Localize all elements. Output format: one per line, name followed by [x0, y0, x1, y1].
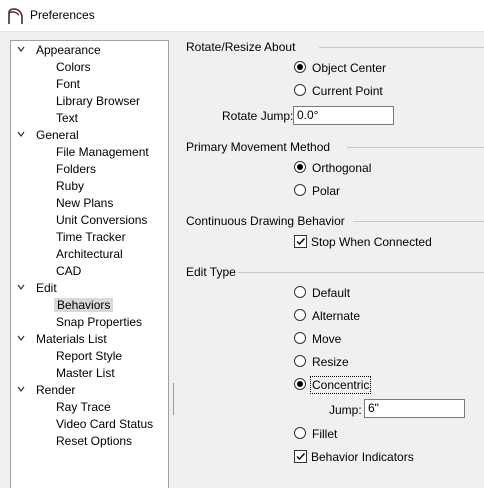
tree-item-new-plans[interactable]: New Plans	[54, 195, 115, 212]
radio-label: Orthogonal	[312, 161, 372, 175]
tree-item-architectural[interactable]: Architectural	[54, 246, 125, 263]
radio-button[interactable]	[294, 427, 306, 439]
tree-item-text[interactable]: Text	[54, 110, 80, 127]
tree-item-label: Unit Conversions	[56, 213, 148, 227]
jump-input[interactable]: 6"	[364, 399, 465, 418]
checkmark-icon	[296, 453, 306, 461]
checkbox-box[interactable]	[294, 450, 307, 463]
tree-item-label: Appearance	[36, 43, 101, 57]
tree-item-label: Snap Properties	[56, 315, 143, 329]
radio-button[interactable]	[294, 286, 306, 298]
splitter-handle[interactable]	[172, 383, 175, 415]
tree-item-appearance[interactable]: Appearance	[17, 42, 103, 59]
tree-item-behaviors[interactable]: Behaviors	[54, 297, 114, 314]
checkbox-label: Behavior Indicators	[311, 450, 414, 464]
checkmark-icon	[296, 238, 306, 246]
radio-button[interactable]	[294, 84, 306, 96]
tree-item-file-management[interactable]: File Management	[54, 144, 151, 161]
tree-item-label: File Management	[56, 145, 149, 159]
tree-item-label: Reset Options	[56, 434, 133, 448]
group-divider	[238, 272, 484, 273]
tree-item-label: Behaviors	[54, 298, 114, 312]
chevron-down-icon[interactable]	[17, 334, 25, 342]
chevron-down-icon[interactable]	[17, 385, 25, 393]
radio-button[interactable]	[294, 184, 306, 196]
tree-item-label: Text	[56, 111, 79, 125]
tree-item-video-card-status[interactable]: Video Card Status	[54, 416, 155, 433]
tree-item-snap-properties[interactable]: Snap Properties	[54, 314, 144, 331]
chevron-down-icon[interactable]	[17, 283, 25, 291]
radio-label: Fillet	[312, 427, 338, 441]
tree-item-general[interactable]: General	[17, 127, 81, 144]
tree-item-library-browser[interactable]: Library Browser	[54, 93, 142, 110]
group-divider	[353, 221, 484, 222]
rotate-resize-header: Rotate/Resize About	[186, 40, 296, 54]
tree-item-label: Time Tracker	[56, 230, 126, 244]
tree-item-label: Edit	[36, 281, 57, 295]
tree-item-label: Architectural	[56, 247, 123, 261]
checkbox-box[interactable]	[294, 235, 307, 248]
chevron-down-icon[interactable]	[17, 130, 25, 138]
tree-item-label: CAD	[56, 264, 82, 278]
tree-item-font[interactable]: Font	[54, 76, 82, 93]
tree-item-label: Library Browser	[56, 94, 141, 108]
tree-item-cad[interactable]: CAD	[54, 263, 83, 280]
tree-item-ray-trace[interactable]: Ray Trace	[54, 399, 113, 416]
radio-label: Current Point	[312, 84, 383, 98]
title-bar: Preferences	[0, 0, 484, 32]
tree-item-label: Colors	[56, 60, 91, 74]
radio-button[interactable]	[294, 309, 306, 321]
rotate-jump-input[interactable]: 0.0°	[293, 106, 394, 125]
radio-label: Resize	[312, 355, 349, 369]
tree-item-label: Render	[36, 383, 76, 397]
checkbox-label: Stop When Connected	[311, 235, 432, 249]
group-divider	[319, 47, 484, 48]
tree-item-label: Materials List	[36, 332, 107, 346]
group-divider	[347, 147, 484, 148]
category-tree[interactable]: Appearance Colors Font Library Browser Text G…	[10, 40, 169, 488]
radio-button[interactable]	[294, 378, 306, 390]
tree-item-label: Ray Trace	[56, 400, 111, 414]
app-logo-icon	[8, 8, 23, 24]
tree-item-colors[interactable]: Colors	[54, 59, 93, 76]
continuous-header: Continuous Drawing Behavior	[186, 214, 345, 228]
radio-button[interactable]	[294, 61, 306, 73]
radio-button[interactable]	[294, 355, 306, 367]
tree-item-label: Font	[56, 77, 81, 91]
tree-item-edit[interactable]: Edit	[17, 280, 59, 297]
tree-item-label: Master List	[56, 366, 115, 380]
movement-header: Primary Movement Method	[186, 140, 331, 154]
radio-label: Concentric	[309, 376, 372, 394]
tree-item-master-list[interactable]: Master List	[54, 365, 117, 382]
tree-item-label: Ruby	[56, 179, 85, 193]
radio-label: Object Center	[312, 61, 387, 75]
tree-item-label: New Plans	[56, 196, 114, 210]
tree-item-label: General	[36, 128, 79, 142]
radio-button[interactable]	[294, 332, 306, 344]
tree-item-unit-conversions[interactable]: Unit Conversions	[54, 212, 149, 229]
chevron-down-icon[interactable]	[17, 45, 25, 53]
tree-item-label: Video Card Status	[56, 417, 154, 431]
tree-item-reset-options[interactable]: Reset Options	[54, 433, 134, 450]
radio-label: Alternate	[312, 309, 361, 323]
tree-item-folders[interactable]: Folders	[54, 161, 98, 178]
radio-label: Move	[312, 332, 342, 346]
window-title: Preferences	[30, 8, 95, 22]
jump-label: Jump:	[329, 403, 362, 417]
radio-button[interactable]	[294, 161, 306, 173]
radio-label: Default	[312, 286, 351, 300]
tree-item-materials-list[interactable]: Materials List	[17, 331, 109, 348]
tree-item-report-style[interactable]: Report Style	[54, 348, 124, 365]
edit-type-header: Edit Type	[186, 265, 236, 279]
tree-item-time-tracker[interactable]: Time Tracker	[54, 229, 128, 246]
radio-label: Polar	[312, 184, 341, 198]
tree-item-label: Folders	[56, 162, 97, 176]
tree-item-label: Report Style	[56, 349, 123, 363]
tree-item-render[interactable]: Render	[17, 382, 77, 399]
rotate-jump-label: Rotate Jump:	[222, 109, 294, 123]
tree-item-ruby[interactable]: Ruby	[54, 178, 86, 195]
